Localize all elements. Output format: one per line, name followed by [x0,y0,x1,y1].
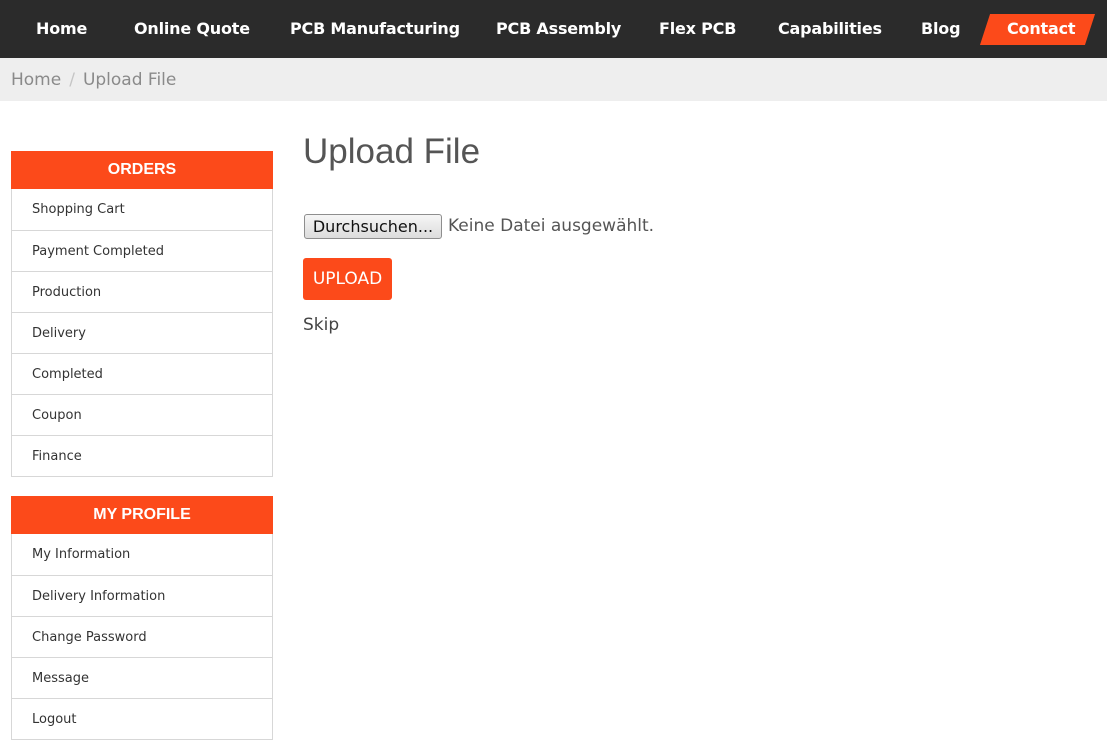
sidebar-item-production[interactable]: Production [12,271,272,312]
sidebar-orders: ORDERS Shopping Cart Payment Completed P… [11,151,273,477]
sidebar-item-change-password[interactable]: Change Password [12,616,272,657]
sidebar-item-shopping-cart[interactable]: Shopping Cart [12,189,272,230]
breadcrumb-home[interactable]: Home [11,70,61,90]
nav-capabilities[interactable]: Capabilities [778,0,882,58]
top-navigation: Home Online Quote PCB Manufacturing PCB … [0,0,1107,58]
sidebar-item-delivery[interactable]: Delivery [12,312,272,353]
sidebar-item-message[interactable]: Message [12,657,272,698]
sidebar-item-finance[interactable]: Finance [12,435,272,476]
nav-blog[interactable]: Blog [921,0,961,58]
nav-pcb-assembly[interactable]: PCB Assembly [496,0,621,58]
upload-button[interactable]: UPLOAD [303,258,392,300]
sidebar-item-logout[interactable]: Logout [12,698,272,739]
sidebar-profile-list: My Information Delivery Information Chan… [11,534,273,740]
nav-pcb-manufacturing[interactable]: PCB Manufacturing [290,0,460,58]
sidebar-item-delivery-information[interactable]: Delivery Information [12,575,272,616]
sidebar-item-completed[interactable]: Completed [12,353,272,394]
skip-link[interactable]: Skip [303,315,339,335]
nav-home[interactable]: Home [36,0,87,58]
sidebar-profile: MY PROFILE My Information Delivery Infor… [11,496,273,740]
sidebar-item-coupon[interactable]: Coupon [12,394,272,435]
breadcrumb-current: Upload File [82,70,177,90]
nav-flex-pcb[interactable]: Flex PCB [659,0,736,58]
browse-file-button[interactable]: Durchsuchen... [304,214,442,239]
file-status-text: Keine Datei ausgewählt. [448,216,655,236]
sidebar-profile-header: MY PROFILE [11,496,273,534]
sidebar-item-payment-completed[interactable]: Payment Completed [12,230,272,271]
sidebar-item-my-information[interactable]: My Information [12,534,272,575]
page-title: Upload File [303,132,481,171]
breadcrumb-separator: / [69,70,75,90]
breadcrumb: Home / Upload File [0,58,1107,101]
nav-online-quote[interactable]: Online Quote [134,0,250,58]
sidebar-orders-list: Shopping Cart Payment Completed Producti… [11,189,273,477]
nav-contact[interactable]: Contact [1007,0,1076,58]
sidebar-orders-header: ORDERS [11,151,273,189]
